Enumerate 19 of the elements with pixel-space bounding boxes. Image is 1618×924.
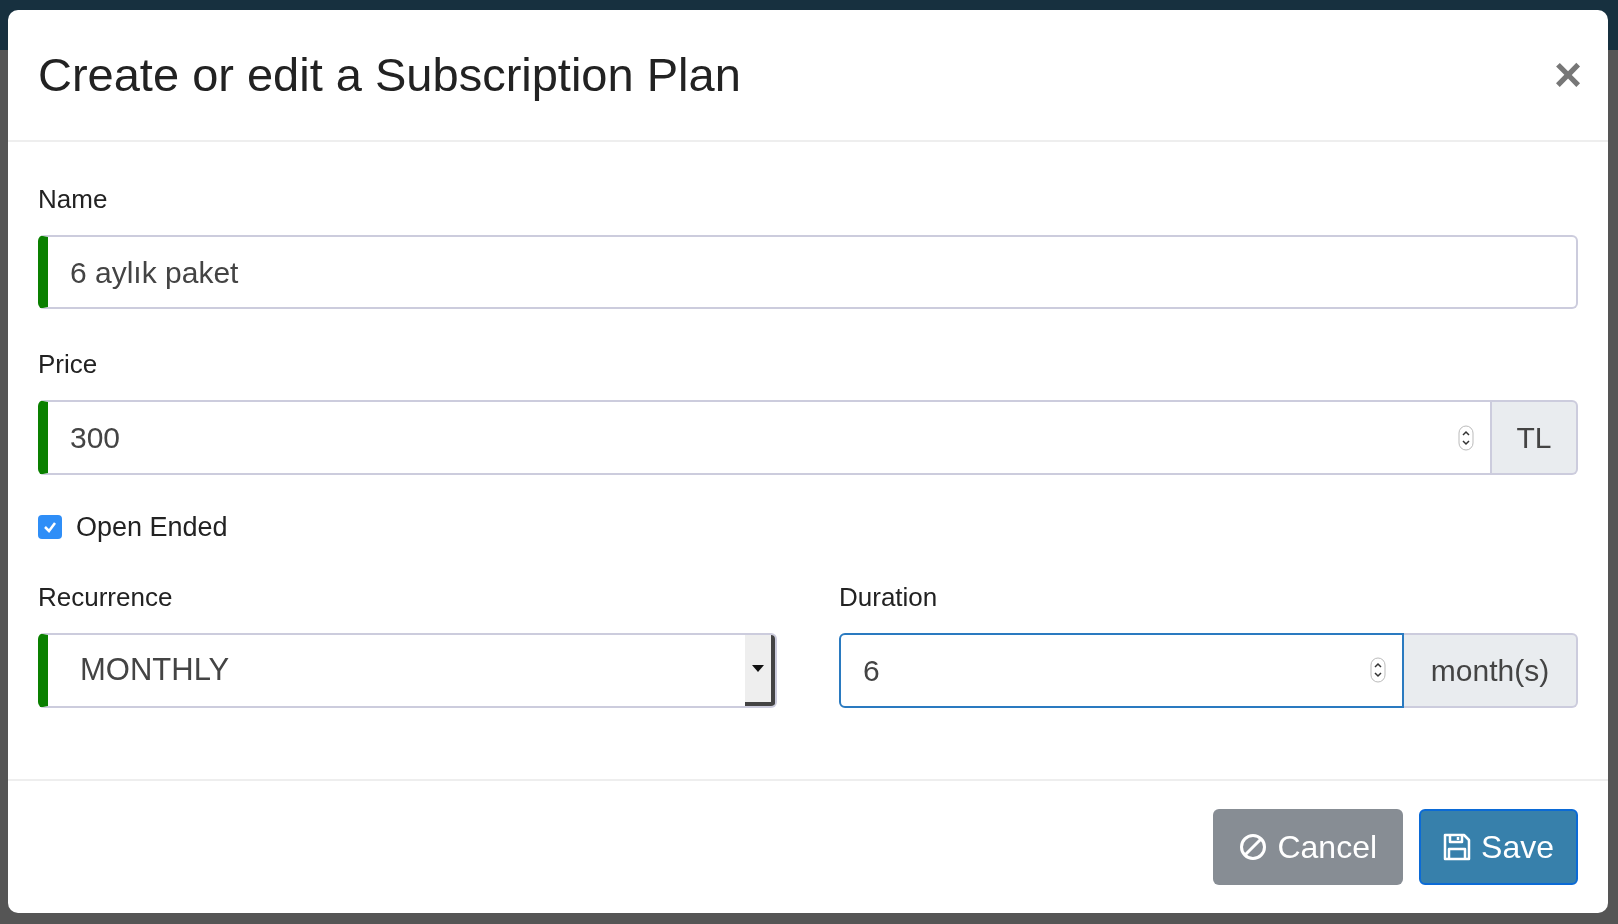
close-button[interactable]: × bbox=[1553, 51, 1582, 99]
field-label: Duration bbox=[839, 580, 939, 614]
checkbox-label: Open Ended bbox=[76, 511, 228, 544]
price-field[interactable]: 300 bbox=[38, 400, 1492, 475]
spinner-icon[interactable] bbox=[1458, 424, 1474, 451]
name-field[interactable]: 6 aylık paket bbox=[38, 235, 1578, 309]
open-ended-checkbox[interactable] bbox=[38, 515, 62, 540]
currency-addon: TL bbox=[1492, 400, 1578, 475]
caret-icon bbox=[752, 664, 764, 672]
unit-addon: month(s) bbox=[1404, 632, 1578, 708]
recurrence-select[interactable]: MONTHLY bbox=[38, 632, 777, 708]
duration-field[interactable]: 6 bbox=[839, 632, 1404, 708]
dialog-title: Create or edit a Subscription Plan bbox=[38, 46, 741, 103]
field-label: Recurrence bbox=[38, 580, 174, 614]
field-label: Price bbox=[38, 348, 99, 381]
ban-icon bbox=[1239, 833, 1268, 861]
spinner-icon[interactable] bbox=[1370, 657, 1386, 683]
save-button[interactable]: Save bbox=[1419, 809, 1578, 885]
field-label: Name bbox=[38, 183, 109, 216]
